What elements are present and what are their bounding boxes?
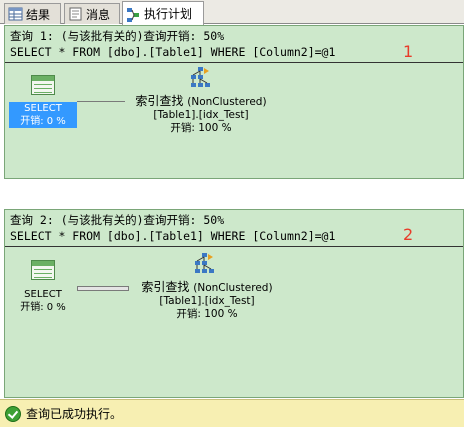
select-cost-2: 开销: 0 % (20, 302, 66, 313)
tab-execution-plan-label: 执行计划 (144, 7, 193, 21)
plan-connector-2 (77, 286, 129, 291)
execution-plan-icon (126, 7, 141, 22)
success-check-icon (5, 405, 21, 422)
index-seek-operator-2[interactable]: 索引查找 (NonClustered) [Table1].[idx_Test] … (127, 281, 287, 321)
query-sql-line-1: SELECT * FROM [dbo].[Table1] WHERE [Colu… (10, 45, 336, 59)
select-operator-icon[interactable] (31, 260, 55, 280)
index-seek-title-2: 索引查找 (NonClustered) (141, 280, 273, 295)
status-text: 查询已成功执行。 (26, 407, 123, 421)
index-seek-object-1: [Table1].[idx_Test] (153, 109, 249, 121)
index-seek-title-1: 索引查找 (NonClustered) (135, 94, 267, 109)
select-label-2: SELECT (24, 289, 62, 300)
plan-connector-1 (77, 101, 125, 102)
index-seek-object-2: [Table1].[idx_Test] (159, 295, 255, 307)
query-plan-pane-1[interactable]: 查询 1: (与该批有关的)查询开销: 50% SELECT * FROM [d… (4, 25, 464, 179)
query-plan-pane-2[interactable]: 查询 2: (与该批有关的)查询开销: 50% SELECT * FROM [d… (4, 209, 464, 398)
index-seek-cost-1: 开销: 100 % (170, 122, 232, 134)
index-seek-cost-2: 开销: 100 % (176, 308, 238, 320)
select-label-1: SELECT (24, 103, 62, 114)
tab-results-label: 结果 (26, 7, 51, 22)
tab-execution-plan[interactable]: 执行计划 (122, 1, 204, 25)
tab-results[interactable]: 结果 (4, 3, 61, 24)
tab-messages[interactable]: 消息 (64, 3, 120, 24)
status-bar: 查询已成功执行。 (0, 399, 464, 427)
index-seek-operator-1[interactable]: 索引查找 (NonClustered) [Table1].[idx_Test] … (121, 95, 281, 135)
grid-icon (8, 7, 23, 21)
index-seek-icon[interactable] (189, 66, 211, 93)
tab-messages-label: 消息 (86, 7, 111, 22)
select-operator-1[interactable]: SELECT 开销: 0 % (9, 102, 77, 128)
query-header-2: 查询 2: (与该批有关的)查询开销: 50% SELECT * FROM [d… (5, 210, 463, 247)
query-cost-line-2: 查询 2: (与该批有关的)查询开销: 50% (10, 213, 225, 227)
message-icon (68, 7, 83, 21)
query-cost-line-1: 查询 1: (与该批有关的)查询开销: 50% (10, 29, 225, 43)
annotation-marker-1: 1 (403, 42, 414, 61)
query-header-1: 查询 1: (与该批有关的)查询开销: 50% SELECT * FROM [d… (5, 26, 463, 63)
execution-plan-area: 查询 1: (与该批有关的)查询开销: 50% SELECT * FROM [d… (0, 25, 464, 398)
index-seek-icon[interactable] (193, 252, 215, 279)
select-operator-2[interactable]: SELECT 开销: 0 % (9, 288, 77, 314)
select-operator-icon[interactable] (31, 75, 55, 95)
annotation-marker-2: 2 (403, 225, 414, 244)
query-sql-line-2: SELECT * FROM [dbo].[Table1] WHERE [Colu… (10, 229, 336, 243)
results-tab-strip: 结果 消息 执行计划 (0, 0, 464, 25)
select-cost-1: 开销: 0 % (20, 116, 66, 127)
